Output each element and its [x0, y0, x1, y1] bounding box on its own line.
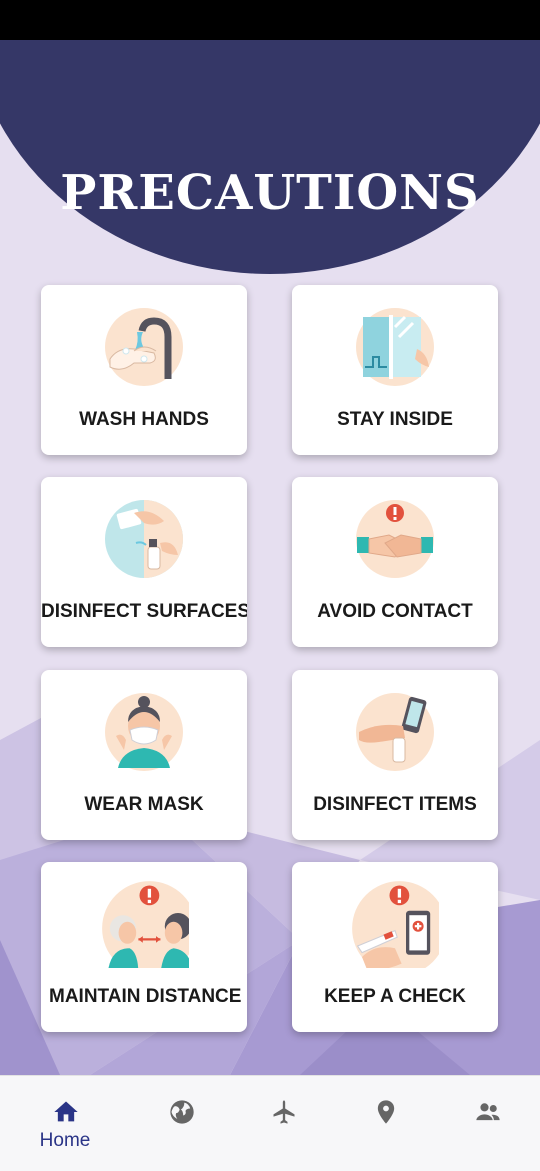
disinfect-surfaces-icon [105, 500, 183, 578]
maintain-distance-icon [102, 881, 189, 968]
nav-home-label: Home [39, 1130, 91, 1151]
wash-hands-card[interactable]: WASH HANDS [41, 285, 247, 455]
card-label: STAY INSIDE [337, 409, 453, 430]
card-label: DISINFECT ITEMS [313, 794, 477, 815]
disinfect-items-icon [356, 693, 434, 771]
wash-hands-icon [105, 308, 183, 386]
people-icon [476, 1103, 500, 1121]
nav-flights[interactable] [239, 1076, 329, 1171]
keep-a-check-icon [352, 881, 439, 968]
card-label: DISINFECT SURFACES [41, 601, 247, 622]
wear-mask-card[interactable]: WEAR MASK [41, 670, 247, 840]
globe-icon [170, 1100, 194, 1124]
nav-people[interactable] [443, 1076, 533, 1171]
wear-mask-icon [105, 693, 183, 771]
page-title: PRECAUTIONS [60, 165, 480, 221]
disinfect-items-card[interactable]: DISINFECT ITEMS [292, 670, 498, 840]
card-label: WEAR MASK [84, 794, 204, 815]
nav-globe[interactable] [137, 1076, 227, 1171]
maintain-distance-card[interactable]: MAINTAIN DISTANCE [41, 862, 247, 1032]
card-label: AVOID CONTACT [317, 601, 473, 622]
nav-home[interactable]: Home [20, 1076, 110, 1171]
avoid-contact-card[interactable]: AVOID CONTACT [292, 477, 498, 647]
location-pin-icon [377, 1100, 395, 1124]
keep-a-check-card[interactable]: KEEP A CHECK [292, 862, 498, 1032]
stay-inside-icon [356, 308, 434, 386]
stay-inside-card[interactable]: STAY INSIDE [292, 285, 498, 455]
card-label: KEEP A CHECK [324, 986, 466, 1007]
bottom-navigation: Home [0, 1075, 540, 1171]
airplane-icon [273, 1100, 295, 1124]
disinfect-surfaces-card[interactable]: DISINFECT SURFACES [41, 477, 247, 647]
card-label: MAINTAIN DISTANCE [49, 986, 242, 1007]
nav-location[interactable] [341, 1076, 431, 1171]
avoid-contact-icon [356, 500, 434, 578]
card-label: WASH HANDS [79, 409, 209, 430]
home-icon [54, 1101, 78, 1122]
status-bar [0, 0, 540, 40]
